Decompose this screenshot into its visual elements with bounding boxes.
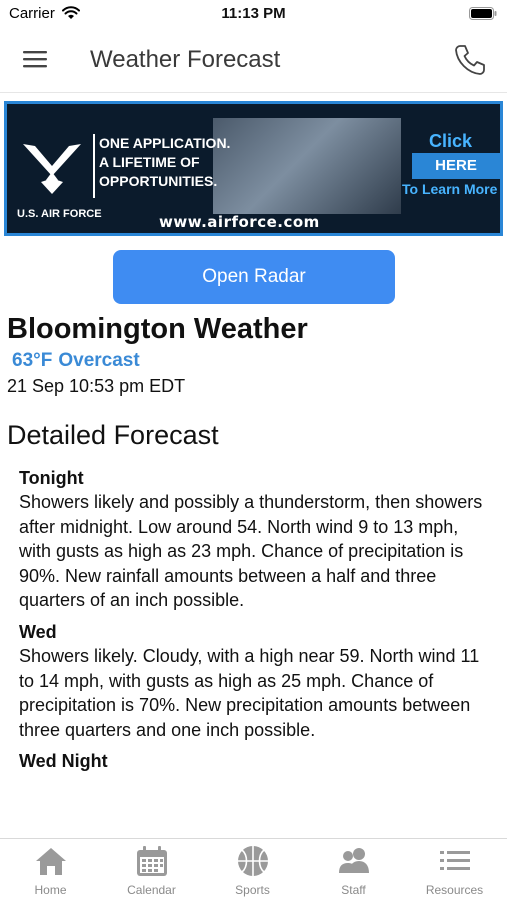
forecast-period: Tonight Showers likely and possibly a th… bbox=[19, 467, 489, 613]
current-temperature: 63°F bbox=[12, 350, 53, 371]
list-icon bbox=[440, 851, 470, 870]
air-force-logo-icon bbox=[23, 144, 81, 194]
city-title: Bloomington Weather bbox=[7, 313, 308, 345]
ad-here-button[interactable]: HERE bbox=[412, 153, 500, 179]
tab-home[interactable]: Home bbox=[0, 839, 101, 901]
ad-click-text: Click bbox=[429, 131, 473, 151]
tab-label: Calendar bbox=[127, 883, 176, 897]
ad-tagline: ONE APPLICATION. A LIFETIME OF OPPORTUNI… bbox=[99, 134, 230, 191]
current-conditions: 63°F Overcast bbox=[12, 350, 146, 372]
open-radar-button[interactable]: Open Radar bbox=[113, 250, 395, 304]
tab-calendar[interactable]: Calendar bbox=[101, 839, 202, 901]
ad-learn-more: To Learn More bbox=[402, 181, 498, 197]
tab-label: Staff bbox=[341, 883, 366, 897]
nav-bar: Weather Forecast bbox=[0, 30, 507, 93]
forecast-period: Wed Night bbox=[19, 750, 489, 773]
ad-brand: U.S. AIR FORCE bbox=[17, 208, 102, 220]
status-bar: Carrier 11:13 PM bbox=[0, 0, 507, 30]
tab-label: Resources bbox=[425, 883, 484, 897]
basketball-icon bbox=[238, 846, 268, 876]
hamburger-menu-icon[interactable] bbox=[23, 49, 47, 69]
ad-photo bbox=[213, 118, 401, 214]
home-icon bbox=[36, 848, 66, 875]
forecast-list[interactable]: Tonight Showers likely and possibly a th… bbox=[19, 467, 489, 837]
status-time: 11:13 PM bbox=[221, 5, 286, 22]
ad-tagline-line: ONE APPLICATION. bbox=[99, 135, 231, 151]
period-name: Wed bbox=[19, 621, 57, 642]
people-icon bbox=[339, 848, 369, 873]
ad-tagline-line: OPPORTUNITIES. bbox=[99, 173, 218, 189]
detailed-forecast-heading: Detailed Forecast bbox=[7, 420, 219, 450]
ad-url: www.airforce.com bbox=[159, 213, 320, 231]
ad-divider bbox=[93, 134, 95, 198]
tab-sports[interactable]: Sports bbox=[202, 839, 303, 901]
period-name: Tonight bbox=[19, 468, 84, 488]
current-condition: Overcast bbox=[58, 350, 140, 371]
ad-banner[interactable]: ONE APPLICATION. A LIFETIME OF OPPORTUNI… bbox=[4, 101, 503, 236]
tab-bar: Home Calendar Sports Staff Resources bbox=[0, 838, 507, 901]
battery-icon bbox=[469, 7, 497, 20]
page-title: Weather Forecast bbox=[90, 46, 281, 73]
tab-label: Sports bbox=[235, 883, 270, 897]
ad-tagline-line: A LIFETIME OF bbox=[99, 154, 200, 170]
period-text: Showers likely. Cloudy, with a high near… bbox=[19, 645, 480, 740]
period-name: Wed Night bbox=[19, 751, 108, 772]
tab-resources[interactable]: Resources bbox=[404, 839, 505, 901]
period-text: Showers likely and possibly a thundersto… bbox=[19, 492, 483, 611]
tab-staff[interactable]: Staff bbox=[303, 839, 404, 901]
tab-label: Home bbox=[34, 883, 67, 897]
forecast-period: Wed Showers likely. Cloudy, with a high … bbox=[19, 621, 489, 742]
phone-icon[interactable] bbox=[452, 42, 488, 78]
updated-timestamp: 21 Sep 10:53 pm EDT bbox=[7, 376, 186, 396]
calendar-icon bbox=[137, 846, 167, 876]
